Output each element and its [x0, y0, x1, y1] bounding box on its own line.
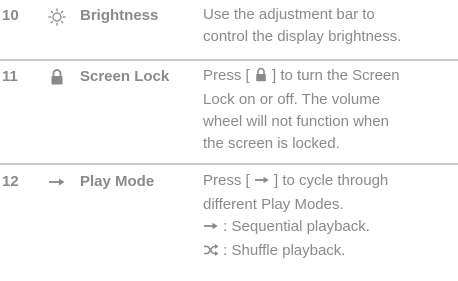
row-name: Play Mode [80, 173, 155, 190]
table-row-screen-lock: 11 Screen Lock Press [ ] to turn the Scr… [0, 61, 458, 165]
row-description: Press [ ] to turn the Screen Lock on or … [203, 65, 455, 155]
shuffle-icon [203, 242, 219, 264]
lock-icon [48, 68, 66, 86]
description-line: control the display brightness. [203, 28, 402, 45]
brightness-icon [48, 8, 66, 26]
description-line: Press [ ] to cycle through [203, 170, 455, 194]
press-text-suffix: ] to turn the Screen [267, 67, 400, 84]
sequential-playback-line: : Sequential playback. [203, 216, 455, 240]
description-line: different Play Modes. [203, 196, 344, 213]
controls-table: 10 Brightness Use the adjustment bar to [0, 0, 458, 281]
arrow-right-icon [254, 172, 270, 194]
description-line: Press [ ] to turn the Screen [203, 65, 455, 89]
description-line: Lock on or off. The volume [203, 91, 381, 108]
table-row-brightness: 10 Brightness Use the adjustment bar to [0, 0, 458, 61]
row-name: Screen Lock [80, 68, 170, 85]
row-number: 11 [2, 68, 18, 85]
shuffle-playback-text: : Shuffle playback. [223, 242, 346, 259]
shuffle-playback-line: : Shuffle playback. [203, 240, 455, 264]
description-line: Use the adjustment bar to [203, 6, 375, 23]
arrow-right-icon [48, 173, 66, 191]
row-number: 10 [2, 7, 19, 24]
press-text: Press [ [203, 172, 254, 189]
lock-icon [254, 67, 268, 89]
row-name: Brightness [80, 7, 159, 24]
press-text-suffix: ] to cycle through [269, 172, 389, 189]
row-number: 12 [2, 173, 19, 190]
sequential-playback-text: : Sequential playback. [223, 218, 370, 235]
table-row-play-mode: 12 Play Mode Press [ ] to cycle through … [0, 165, 458, 281]
row-description: Use the adjustment bar to control the di… [203, 4, 455, 48]
press-text: Press [ [203, 67, 254, 84]
description-line: wheel will not function when [203, 113, 389, 130]
row-description: Press [ ] to cycle through different Pla… [203, 170, 455, 264]
arrow-right-icon [203, 218, 219, 240]
description-line: the screen is locked. [203, 135, 340, 152]
